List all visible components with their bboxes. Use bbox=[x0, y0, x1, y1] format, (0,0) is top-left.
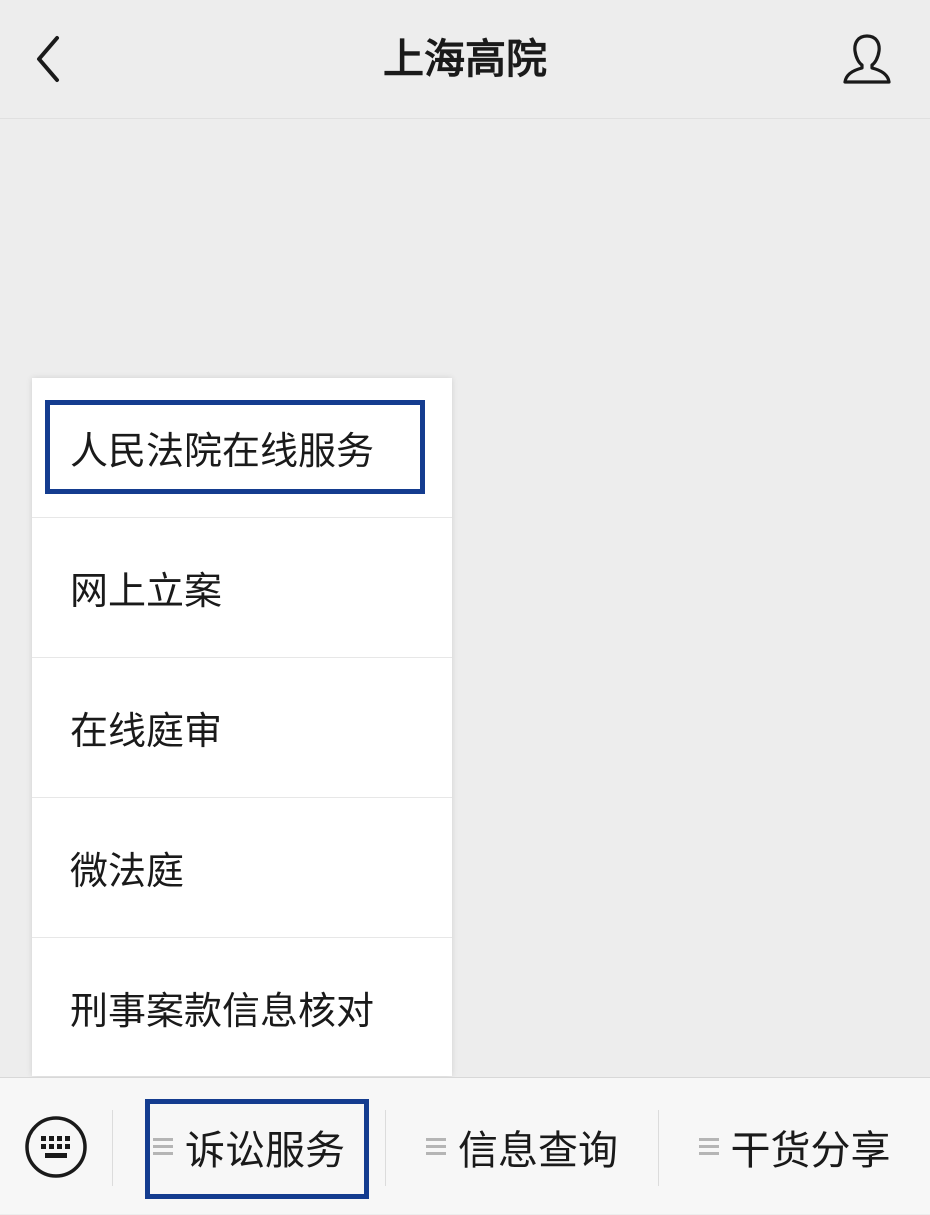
tab-practical-sharing[interactable]: 干货分享 bbox=[659, 1078, 930, 1215]
menu-item-online-trial[interactable]: 在线庭审 bbox=[32, 658, 452, 798]
top-navigation-bar: 上海高院 bbox=[0, 0, 930, 119]
menu-item-online-court-service[interactable]: 人民法院在线服务 bbox=[32, 378, 452, 518]
profile-button[interactable] bbox=[834, 26, 900, 92]
bottom-menu-bar: 诉讼服务 信息查询 干货分享 bbox=[0, 1077, 930, 1214]
keyboard-icon bbox=[25, 1116, 87, 1178]
menu-lines-icon bbox=[426, 1134, 446, 1159]
service-menu-popup: 人民法院在线服务 网上立案 在线庭审 微法庭 刑事案款信息核对 bbox=[32, 378, 452, 1076]
menu-item-label: 人民法院在线服务 bbox=[70, 429, 375, 473]
tab-label: 诉讼服务 bbox=[185, 1127, 345, 1174]
tab-litigation-service[interactable]: 诉讼服务 bbox=[113, 1078, 385, 1215]
menu-lines-icon bbox=[153, 1134, 173, 1159]
menu-item-online-filing[interactable]: 网上立案 bbox=[32, 518, 452, 658]
keyboard-toggle-button[interactable] bbox=[24, 1115, 88, 1179]
menu-item-label: 网上立案 bbox=[70, 569, 223, 613]
page-title: 上海高院 bbox=[383, 35, 547, 83]
tab-information-query[interactable]: 信息查询 bbox=[386, 1078, 658, 1215]
tab-label: 信息查询 bbox=[458, 1127, 618, 1174]
user-icon bbox=[843, 34, 891, 84]
menu-item-label: 在线庭审 bbox=[70, 709, 223, 753]
menu-item-label: 刑事案款信息核对 bbox=[70, 988, 375, 1033]
menu-item-label: 微法庭 bbox=[70, 849, 185, 893]
menu-item-criminal-funds-check[interactable]: 刑事案款信息核对 bbox=[32, 938, 452, 1076]
menu-lines-icon bbox=[698, 1134, 719, 1159]
menu-item-micro-court[interactable]: 微法庭 bbox=[32, 798, 452, 938]
tab-label: 干货分享 bbox=[730, 1127, 891, 1174]
